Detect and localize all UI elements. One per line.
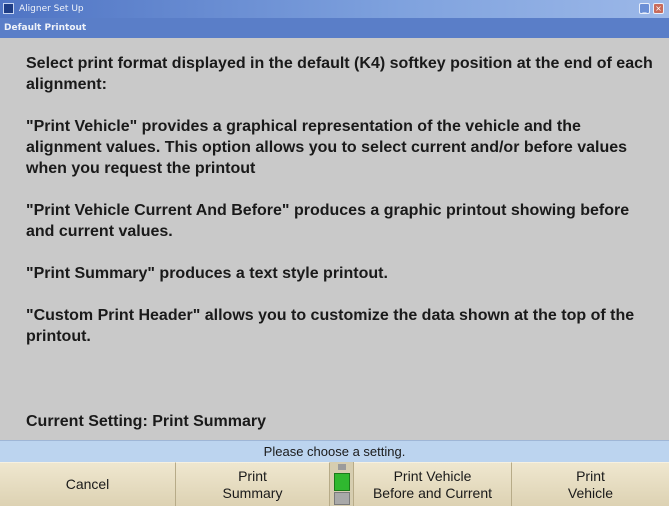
close-icon: × <box>655 4 662 13</box>
indicator-inactive-segment <box>334 492 350 505</box>
indicator-active-segment <box>334 473 350 491</box>
help-paragraph: Select print format displayed in the def… <box>26 55 653 93</box>
current-setting: Current Setting: Print Summary <box>26 413 267 430</box>
status-message: Please choose a setting. <box>263 444 406 459</box>
window-titlebar: Aligner Set Up _ × <box>0 0 669 18</box>
help-text-panel: Select print format displayed in the def… <box>14 40 667 438</box>
dialog-title: Default Printout <box>4 23 87 33</box>
status-bar: Please choose a setting. <box>0 440 669 462</box>
print-vehicle-before-current-button[interactable]: Print Vehicle Before and Current <box>354 462 512 506</box>
print-vehicle-button[interactable]: Print Vehicle <box>512 462 669 506</box>
page-indicator-icon <box>330 462 354 506</box>
dialog-title-bar: Default Printout <box>0 18 669 38</box>
app-icon <box>3 3 14 14</box>
indicator-top <box>338 464 346 470</box>
left-margin <box>0 38 14 438</box>
help-paragraph: "Print Vehicle Current And Before" produ… <box>26 202 630 240</box>
softkey-bar: Cancel Print Summary Print Vehicle Befor… <box>0 462 669 506</box>
help-paragraph: "Print Summary" produces a text style pr… <box>26 265 388 282</box>
cancel-button[interactable]: Cancel <box>0 462 176 506</box>
window-title: Aligner Set Up <box>19 4 84 14</box>
minimize-button[interactable]: _ <box>639 3 650 14</box>
minimize-icon: _ <box>642 4 647 13</box>
print-summary-button[interactable]: Print Summary <box>176 462 330 506</box>
close-button[interactable]: × <box>653 3 664 14</box>
help-paragraph: "Custom Print Header" allows you to cust… <box>26 307 635 345</box>
help-paragraph: "Print Vehicle" provides a graphical rep… <box>26 118 628 177</box>
